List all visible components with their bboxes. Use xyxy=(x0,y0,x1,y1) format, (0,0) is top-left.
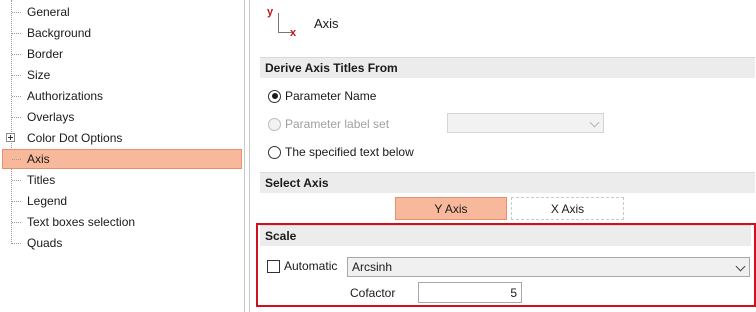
radio-label: Parameter label set xyxy=(285,117,390,131)
axis-icon: y x xyxy=(262,6,298,39)
radio-label: The specified text below xyxy=(285,145,414,159)
radio-button xyxy=(268,117,281,131)
tree-item-label: Size xyxy=(27,68,51,82)
tree-item-label: Border xyxy=(27,47,64,61)
tree-item-size[interactable]: Size xyxy=(0,65,244,86)
radio-button[interactable] xyxy=(268,145,281,159)
tree-connector xyxy=(12,159,21,160)
tree-item-border[interactable]: Border xyxy=(0,44,244,65)
radio-label: Parameter Name xyxy=(285,89,377,103)
derive-titles-header: Derive Axis Titles From xyxy=(260,57,755,78)
tree-connector xyxy=(12,180,21,181)
select-axis-header: Select Axis xyxy=(260,172,755,193)
tree-connector xyxy=(12,33,21,34)
tree-item-label: General xyxy=(27,5,70,19)
radio-parameter-name[interactable]: Parameter Name xyxy=(268,87,376,105)
tree-item-label: Titles xyxy=(27,173,56,187)
tree-item-label: Authorizations xyxy=(27,89,104,103)
pane-splitter[interactable] xyxy=(244,0,250,312)
axis-settings-panel: y x Axis Derive Axis Titles From Paramet… xyxy=(251,0,756,312)
axis-icon-vertical-line xyxy=(278,13,279,32)
scale-type-value: Arcsinh xyxy=(352,260,393,274)
tree-item-color-dot-options[interactable]: Color Dot Options xyxy=(0,128,244,149)
tree-connector xyxy=(12,222,21,223)
radio-specified-text[interactable]: The specified text below xyxy=(268,143,414,161)
automatic-checkbox-row[interactable]: Automatic xyxy=(267,259,337,273)
tree-item-titles[interactable]: Titles xyxy=(0,170,244,191)
x-axis-button[interactable]: X Axis xyxy=(511,197,624,220)
tree-item-label: Text boxes selection xyxy=(27,215,136,229)
radio-parameter-label-set: Parameter label set xyxy=(268,115,389,133)
axis-icon-x-letter: x xyxy=(290,27,297,39)
tree-connector xyxy=(12,54,21,55)
chevron-down-icon xyxy=(589,117,600,128)
tree-item-label: Background xyxy=(27,26,92,40)
tree-item-quads[interactable]: Quads xyxy=(0,233,244,254)
label-set-dropdown xyxy=(447,113,604,133)
tree-item-authorizations[interactable]: Authorizations xyxy=(0,86,244,107)
cofactor-input[interactable]: 5 xyxy=(418,282,522,303)
tree-item-label: Legend xyxy=(27,194,68,208)
tree-item-legend[interactable]: Legend xyxy=(0,191,244,212)
tree-item-background[interactable]: Background xyxy=(0,23,244,44)
y-axis-button[interactable]: Y Axis xyxy=(395,197,507,220)
automatic-checkbox[interactable] xyxy=(267,259,280,273)
tree-item-axis[interactable]: Axis xyxy=(0,149,244,170)
tree-item-overlays[interactable]: Overlays xyxy=(0,107,244,128)
tree-item-label: Quads xyxy=(27,236,63,250)
chevron-down-icon xyxy=(735,261,746,272)
tree-connector xyxy=(12,201,21,202)
tree-item-label: Axis xyxy=(27,152,50,166)
tree-item-general[interactable]: General xyxy=(0,2,244,23)
tree-connector xyxy=(12,75,21,76)
axis-icon-y-letter: y xyxy=(267,6,274,18)
radio-button[interactable] xyxy=(268,89,281,103)
automatic-label: Automatic xyxy=(284,259,338,273)
tree-item-text-boxes-selection[interactable]: Text boxes selection xyxy=(0,212,244,233)
scale-type-dropdown[interactable]: Arcsinh xyxy=(347,257,750,277)
scale-header: Scale xyxy=(260,225,751,246)
tree-item-label: Color Dot Options xyxy=(27,131,123,145)
tree-connector xyxy=(12,12,21,13)
expand-plus-icon[interactable] xyxy=(6,133,15,142)
tree-connector xyxy=(12,117,21,118)
cofactor-label: Cofactor xyxy=(350,286,396,300)
tree-connector xyxy=(12,243,21,244)
settings-tree: General Background Border Size Authoriza… xyxy=(0,0,244,312)
tree-item-label: Overlays xyxy=(27,110,75,124)
tree-connector xyxy=(12,96,21,97)
panel-title: Axis xyxy=(314,16,339,31)
